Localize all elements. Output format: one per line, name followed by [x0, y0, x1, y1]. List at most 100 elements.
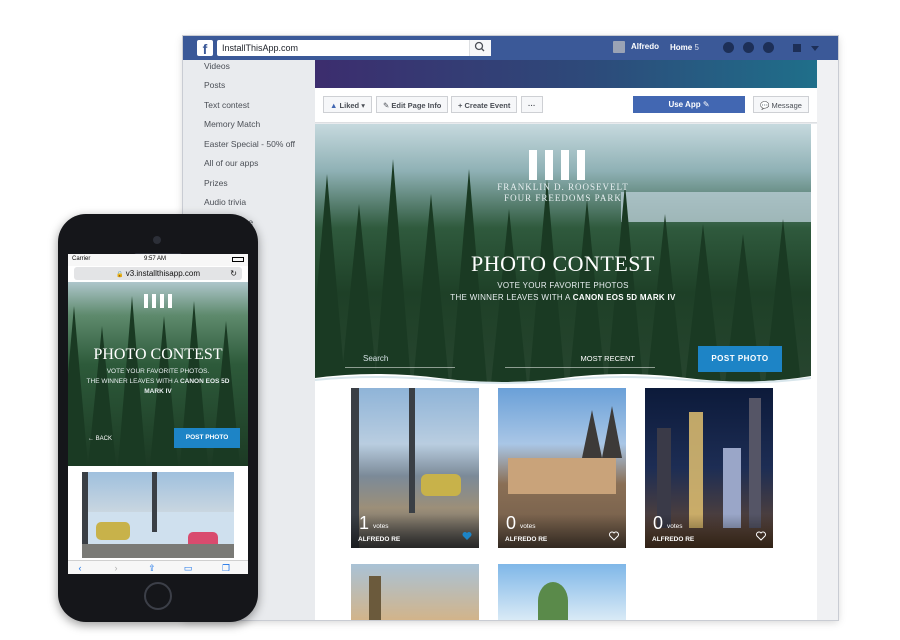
clock-label: 9:57 AM: [144, 256, 167, 262]
home-link[interactable]: Home 5: [670, 43, 699, 52]
address-text: InstallThisApp.com: [222, 43, 299, 53]
palm-decoration: [538, 582, 568, 620]
liked-button[interactable]: ▲ Liked ▾: [323, 96, 372, 113]
facebook-top-bar: f InstallThisApp.com Alfredo Home 5: [183, 36, 838, 60]
phone-screen: Carrier 9:57 AM 🔒 v3.installthisapp.com …: [68, 254, 248, 574]
skyscraper-decoration: [749, 398, 761, 528]
contest-title: PHOTO CONTEST: [471, 251, 655, 276]
sidebar-item-videos[interactable]: Videos: [204, 61, 230, 71]
votes-label: votes: [667, 523, 683, 530]
sidebar-item-easter-special[interactable]: Easter Special - 50% off: [204, 139, 295, 149]
park-logo-icon: [144, 294, 172, 308]
author-name: ALFREDO RE: [505, 536, 548, 543]
prize-name: CANON EOS 5D MARK IV: [572, 293, 676, 302]
liked-label: Liked: [339, 101, 360, 110]
window-frame-decoration: [409, 388, 415, 513]
card-footer: 1 votes ALFREDO RE: [351, 513, 479, 548]
mobile-prize-name: CANON EOS 5D: [179, 378, 230, 385]
mobile-prize-model: MARK IV: [144, 388, 172, 395]
lock-icon[interactable]: [793, 44, 801, 52]
photo-card[interactable]: 0 votes ALFREDO RE: [498, 388, 626, 548]
chair-decoration: [96, 522, 130, 540]
photo-card[interactable]: 1 votes ALFREDO RE: [351, 388, 479, 548]
create-label: Create Event: [464, 101, 511, 110]
card-footer: 0 votes ALFREDO RE: [645, 513, 773, 548]
safari-toolbar: ‹ › ⇪ ▭ ❐: [68, 560, 248, 574]
photo-card[interactable]: 0 votes ALFREDO RE: [645, 388, 773, 548]
photo-card[interactable]: [498, 564, 626, 620]
spire-decoration: [602, 406, 622, 458]
user-name-link[interactable]: Alfredo: [631, 42, 659, 51]
mobile-post-photo-button[interactable]: POST PHOTO: [174, 428, 240, 448]
facebook-logo-icon[interactable]: f: [197, 40, 213, 56]
heart-outline-icon[interactable]: [609, 531, 619, 541]
right-scroll-area[interactable]: [817, 60, 838, 620]
tabs-icon[interactable]: ❐: [220, 562, 232, 574]
sidebar-item-prizes[interactable]: Prizes: [204, 178, 228, 188]
edit-label: Edit Page Info: [391, 101, 442, 110]
mobile-url-bar[interactable]: 🔒 v3.installthisapp.com ↻: [74, 267, 242, 280]
window-frame-decoration: [152, 472, 157, 532]
contest-app-frame: FRANKLIN D. ROOSEVELT FOUR FREEDOMS PARK…: [315, 124, 817, 620]
forward-arrow-icon[interactable]: ›: [110, 562, 122, 574]
carrier-label: Carrier: [72, 256, 91, 262]
bookmarks-icon[interactable]: ▭: [182, 562, 194, 574]
chevron-down-icon[interactable]: [811, 46, 819, 51]
friends-icon[interactable]: [723, 42, 734, 53]
more-button[interactable]: ···: [521, 96, 543, 113]
thumbs-up-icon: ▲: [330, 101, 338, 110]
home-count: 5: [694, 43, 699, 52]
photo-search-input[interactable]: Search: [345, 354, 455, 368]
edit-page-info-button[interactable]: ✎ Edit Page Info: [376, 96, 449, 113]
search-icon[interactable]: [469, 40, 491, 56]
floor-decoration: [82, 544, 234, 558]
sidebar-item-audio-trivia[interactable]: Audio trivia: [204, 197, 246, 207]
sidebar-item-text-contest[interactable]: Text contest: [204, 100, 249, 110]
back-arrow-icon[interactable]: ‹: [74, 562, 86, 574]
sidebar-item-all-apps[interactable]: All of our apps: [204, 158, 258, 168]
home-button[interactable]: [144, 582, 172, 610]
chair-decoration: [421, 474, 461, 496]
park-logo-icon: [529, 150, 595, 180]
skyscraper-decoration: [689, 412, 703, 528]
sidebar-item-posts[interactable]: Posts: [204, 80, 225, 90]
contest-subtitle: VOTE YOUR FAVORITE PHOTOS: [497, 281, 629, 290]
mobile-contest-hero: PHOTO CONTEST VOTE YOUR FAVORITE PHOTOS.…: [68, 282, 248, 466]
create-event-button[interactable]: + Create Event: [451, 96, 518, 113]
mobile-phone: Carrier 9:57 AM 🔒 v3.installthisapp.com …: [58, 214, 258, 622]
author-name: ALFREDO RE: [652, 536, 695, 543]
messenger-icon[interactable]: [743, 42, 754, 53]
address-search-field[interactable]: InstallThisApp.com: [217, 40, 491, 56]
cover-photo-strip: [315, 60, 817, 88]
reload-icon[interactable]: ↻: [230, 267, 237, 280]
sidebar-item-memory-match[interactable]: Memory Match: [204, 119, 260, 129]
tree-decoration: [68, 306, 88, 466]
battery-icon: [232, 257, 244, 262]
heart-filled-icon[interactable]: [462, 531, 472, 541]
mobile-url-text: v3.installthisapp.com: [125, 269, 200, 278]
globe-icon[interactable]: [763, 42, 774, 53]
status-bar: Carrier 9:57 AM: [68, 254, 248, 266]
spire-decoration: [582, 410, 602, 458]
card-footer: 0 votes ALFREDO RE: [498, 513, 626, 548]
mobile-subtitle: VOTE YOUR FAVORITE PHOTOS.: [106, 368, 210, 375]
share-icon[interactable]: ⇪: [146, 562, 158, 574]
mobile-photo-card[interactable]: [82, 472, 234, 558]
message-button[interactable]: 💬 Message: [753, 96, 809, 113]
logo-line-1: FRANKLIN D. ROOSEVELT: [497, 182, 629, 192]
photo-card[interactable]: [351, 564, 479, 620]
lock-icon: 🔒: [116, 272, 124, 278]
prize-prefix: THE WINNER LEAVES WITH A: [450, 293, 571, 302]
contest-prize-text: THE WINNER LEAVES WITH A CANON EOS 5D MA…: [315, 293, 811, 302]
use-app-button[interactable]: Use App ✎: [633, 96, 745, 113]
home-label: Home: [670, 43, 693, 52]
back-link[interactable]: ← BACK: [88, 436, 112, 442]
sky-decoration: [82, 472, 234, 512]
mobile-prize-text: THE WINNER LEAVES WITH A CANON EOS 5D: [68, 378, 248, 385]
message-label: Message: [771, 101, 802, 110]
avatar[interactable]: [613, 41, 625, 53]
heart-outline-icon[interactable]: [756, 531, 766, 541]
pencil-icon: ✎: [383, 101, 390, 110]
mobile-prize-text-end: MARK IV: [68, 388, 248, 395]
sort-select[interactable]: MOST RECENT: [505, 354, 655, 368]
